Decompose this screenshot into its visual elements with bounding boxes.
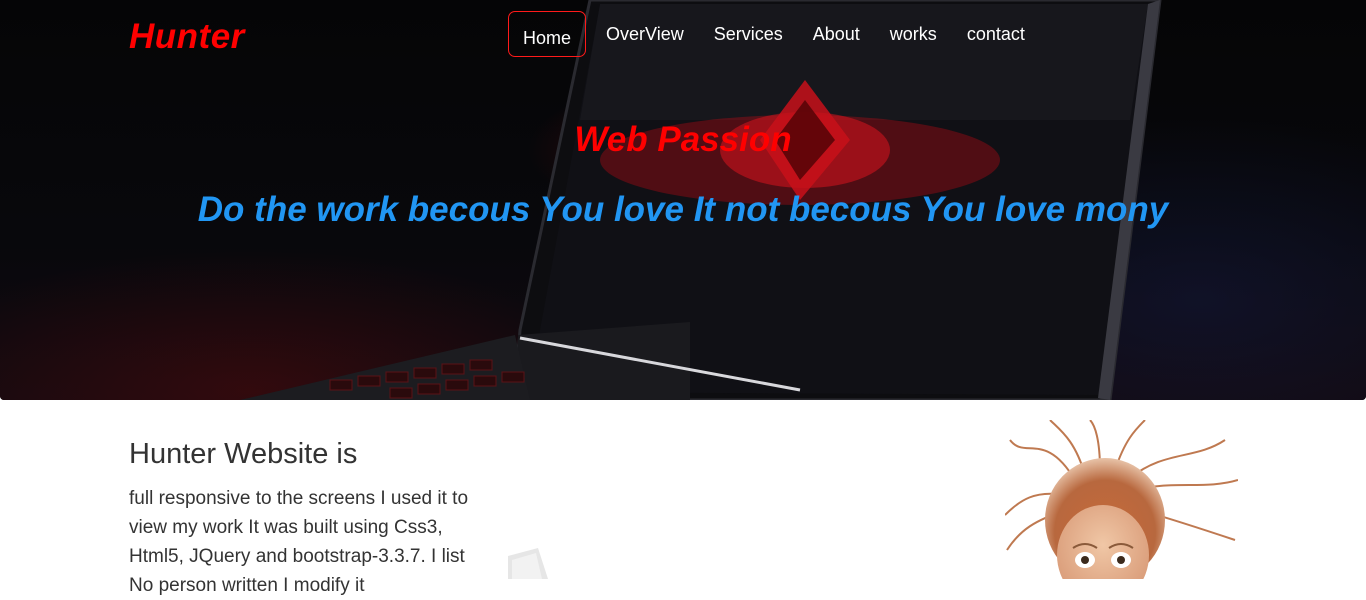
surprised-woman-image xyxy=(1005,420,1238,579)
nav-item-home[interactable]: Home xyxy=(508,11,587,57)
nav-item-about[interactable]: About xyxy=(798,11,875,57)
hero-tagline: Do the work becous You love It not becou… xyxy=(197,190,1169,229)
main-nav: Home OverView Services About works conta… xyxy=(508,11,1040,57)
nav-item-works[interactable]: works xyxy=(875,11,952,57)
about-description: full responsive to the screens I used it… xyxy=(129,488,469,596)
about-heading: Hunter Website is xyxy=(129,438,358,470)
hero-title: Web Passion xyxy=(574,120,792,159)
device-image xyxy=(508,548,548,579)
hero-banner: Hunter Home OverView Services About work… xyxy=(0,0,1366,400)
nav-item-services[interactable]: Services xyxy=(699,11,798,57)
site-logo[interactable]: Hunter xyxy=(129,17,245,57)
nav-item-contact[interactable]: contact xyxy=(952,11,1040,57)
nav-item-overview[interactable]: OverView xyxy=(591,11,699,57)
